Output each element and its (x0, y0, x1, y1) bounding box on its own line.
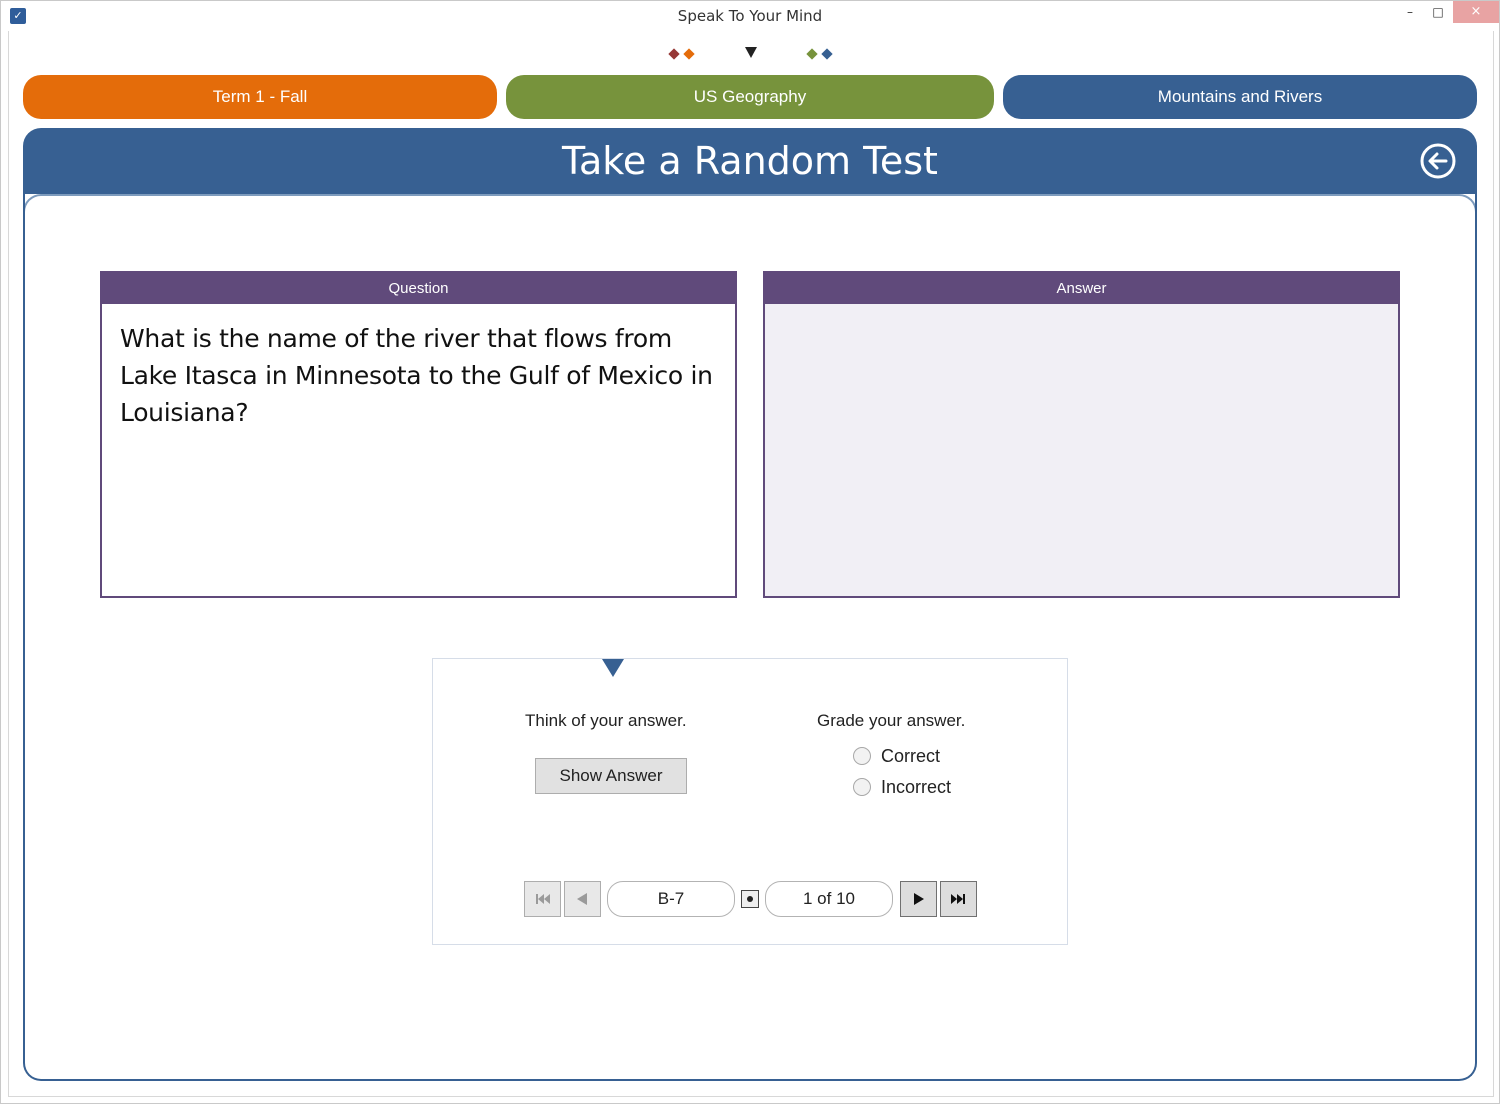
tab-term[interactable]: Term 1 - Fall (23, 75, 497, 119)
radio-correct[interactable] (853, 747, 871, 765)
page-header: Take a Random Test (23, 128, 1477, 194)
pager-toggle-icon[interactable] (741, 890, 759, 908)
question-heading: Question (102, 273, 735, 304)
window-title: Speak To Your Mind (677, 7, 823, 25)
breadcrumb-diamond-icon (683, 48, 695, 60)
previous-icon (577, 893, 587, 905)
radio-label-correct: Correct (881, 745, 941, 766)
grade-option-correct[interactable]: Correct (853, 745, 940, 767)
question-panel: Question What is the name of the river t… (100, 271, 737, 598)
grade-option-incorrect[interactable]: Incorrect (853, 776, 951, 798)
skip-last-icon (951, 894, 965, 904)
show-answer-button[interactable]: Show Answer (535, 758, 687, 794)
first-card-button[interactable] (524, 881, 561, 917)
test-controls: Think of your answer. Show Answer Grade … (432, 658, 1068, 945)
maximize-button[interactable]: □ (1425, 1, 1451, 23)
tab-topic[interactable]: Mountains and Rivers (1003, 75, 1477, 119)
current-level-marker-icon (745, 47, 757, 58)
previous-card-button[interactable] (564, 881, 601, 917)
radio-label-incorrect: Incorrect (881, 776, 952, 797)
grade-instruction: Grade your answer. (817, 711, 966, 730)
close-button[interactable]: × (1453, 1, 1499, 23)
answer-panel: Answer (763, 271, 1400, 598)
step-pointer-icon (602, 659, 624, 677)
think-instruction: Think of your answer. (525, 711, 687, 730)
card-position-field[interactable]: 1 of 10 (765, 881, 893, 917)
card-id-field[interactable]: B-7 (607, 881, 735, 917)
breadcrumb-diamond-icon (821, 48, 833, 60)
page-title: Take a Random Test (562, 139, 938, 183)
breadcrumb-diamond-icon (668, 48, 680, 60)
breadcrumb-diamond-icon (806, 48, 818, 60)
answer-text (765, 304, 1398, 336)
question-text: What is the name of the river that flows… (120, 324, 713, 427)
next-card-button[interactable] (900, 881, 937, 917)
skip-first-icon (536, 894, 550, 904)
next-icon (914, 893, 924, 905)
breadcrumb-indicator (0, 44, 1500, 64)
radio-incorrect[interactable] (853, 778, 871, 796)
answer-heading: Answer (765, 273, 1398, 304)
last-card-button[interactable] (940, 881, 977, 917)
tab-subject[interactable]: US Geography (506, 75, 994, 119)
minimize-button[interactable]: – (1397, 1, 1423, 23)
title-bar: ✓ Speak To Your Mind – □ × (1, 1, 1499, 31)
back-arrow-circle-icon[interactable] (1419, 142, 1457, 180)
